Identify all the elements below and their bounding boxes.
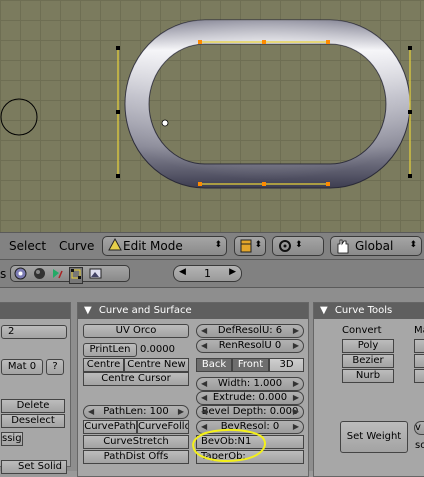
path-len-field[interactable]: ◀ PathLen: 100 ▶ — [83, 405, 189, 419]
orientation-label: Global — [355, 239, 394, 253]
partial-label: so — [415, 440, 424, 451]
def-resol-u-label: DefResolU: 6 — [217, 325, 283, 336]
bevel-depth-label: Bevel Depth: 0.000 — [201, 406, 299, 417]
decrement-arrow-icon[interactable]: ◀ — [88, 406, 94, 418]
updown-arrow-icon: ⬍ — [409, 240, 417, 250]
increment-arrow-icon[interactable]: ▶ — [293, 340, 299, 352]
increment-arrow-icon[interactable]: ▶ — [178, 406, 184, 418]
material-help-button[interactable]: ? — [46, 359, 64, 375]
path-dist-offs-toggle[interactable]: PathDist Offs — [83, 450, 189, 464]
ren-resol-u-label: RenResolU 0 — [218, 340, 282, 351]
solid-draw-icon — [239, 238, 253, 259]
decrement-arrow-icon[interactable]: ◀ — [201, 325, 207, 337]
panels-label: s — [0, 267, 7, 281]
extrude-field[interactable]: ◀ Extrude: 0.000 ▶ — [196, 391, 304, 405]
convert-label: Convert — [342, 325, 382, 336]
back-toggle[interactable]: Back — [196, 358, 232, 372]
hand-icon — [335, 238, 349, 259]
draw-type-selector[interactable]: ⬍ — [234, 236, 266, 256]
increment-arrow-icon[interactable]: ▶ — [293, 392, 299, 404]
material-index-field[interactable]: Mat 0 — [1, 359, 43, 375]
deselect-button[interactable]: Deselect — [1, 414, 65, 428]
partial-button[interactable] — [414, 339, 424, 353]
set-weight-button[interactable]: Set Weight — [340, 421, 408, 453]
logic-context-icon[interactable] — [14, 267, 27, 283]
link-materials-panel: 2 Mat 0 ? Delete Deselect ssign Set Soli… — [0, 302, 71, 474]
object-origin — [161, 119, 169, 127]
ren-resol-u-field[interactable]: ◀ RenResolU 0 ▶ — [196, 339, 304, 353]
object-name-field[interactable]: 2 — [1, 325, 67, 339]
panel-title-bar — [0, 303, 70, 319]
viewport-canvas — [0, 19, 412, 189]
centre-cursor-button[interactable]: Centre Cursor — [83, 372, 189, 386]
width-field[interactable]: ◀ Width: 1.000 ▶ — [196, 377, 304, 391]
bevel-object-circle[interactable] — [0, 98, 38, 136]
decrement-arrow-icon[interactable]: ◀ — [201, 392, 207, 404]
curve-and-surface-panel: ▼ Curve and Surface UV Orco PrintLen 0.0… — [77, 302, 309, 477]
updown-arrow-icon: ⬍ — [214, 240, 222, 250]
panel-title-bar: ▼ Curve and Surface — [78, 303, 308, 319]
pivot-icon — [277, 238, 293, 259]
pivot-selector[interactable]: ⬍ — [272, 236, 324, 256]
context-button-group — [10, 265, 130, 284]
front-toggle[interactable]: Front — [232, 358, 269, 372]
width-label: Width: 1.000 — [217, 378, 283, 389]
decrement-arrow-icon[interactable]: ◀ — [201, 378, 207, 390]
def-resol-u-field[interactable]: ◀ DefResolU: 6 ▶ — [196, 324, 304, 338]
updown-arrow-icon: ⬍ — [295, 240, 303, 250]
collapse-triangle-icon[interactable]: ▼ — [84, 305, 92, 316]
weight-field[interactable]: v — [414, 421, 424, 435]
centre-button[interactable]: Centre — [83, 358, 124, 372]
bezier-button[interactable]: Bezier — [342, 354, 394, 368]
centre-new-button[interactable]: Centre New — [124, 358, 189, 372]
path-len-label: PathLen: 100 — [103, 406, 169, 417]
uv-orco-toggle[interactable]: UV Orco — [83, 324, 189, 338]
buttons-panels-area: 2 Mat 0 ? Delete Deselect ssign Set Soli… — [0, 288, 424, 477]
increment-arrow-icon[interactable]: ▶ — [293, 406, 299, 418]
print-len-button[interactable]: PrintLen — [83, 343, 137, 357]
3d-viewport[interactable] — [0, 0, 424, 232]
set-solid-button[interactable]: Set Solid — [1, 460, 67, 474]
delete-button[interactable]: Delete — [1, 399, 65, 413]
decrement-arrow-icon[interactable]: ◀ — [201, 340, 207, 352]
curve-menu[interactable]: Curve — [59, 239, 94, 253]
curve-stretch-toggle[interactable]: CurveStretch — [83, 435, 189, 449]
transform-orientation-selector[interactable]: Global ⬍ — [330, 236, 422, 256]
assign-button[interactable]: ssign — [1, 432, 23, 446]
updown-arrow-icon: ⬍ — [254, 240, 262, 250]
object-context-icon[interactable] — [51, 267, 64, 283]
increment-arrow-icon[interactable]: ▶ — [293, 378, 299, 390]
panel-title: Curve Tools — [334, 305, 393, 316]
increment-arrow-icon[interactable]: ▶ — [293, 421, 299, 433]
extrude-label: Extrude: 0.000 — [212, 392, 288, 403]
scene-context-icon[interactable] — [89, 267, 102, 283]
poly-button[interactable]: Poly — [342, 339, 394, 353]
frame-number-field[interactable]: ◀ 1 ▶ — [173, 265, 242, 282]
3d-view-header: Select Curve Edit Mode ⬍ ⬍ ⬍ Global ⬍ — [0, 232, 424, 260]
partial-label: Ma — [414, 325, 424, 336]
select-menu[interactable]: Select — [9, 239, 46, 253]
curve-tools-panel: ▼ Curve Tools Convert Ma Poly Bezier Nur… — [313, 302, 424, 477]
3d-toggle[interactable]: 3D — [269, 358, 304, 372]
partial-button[interactable] — [414, 354, 424, 368]
increment-arrow-icon[interactable]: ▶ — [293, 325, 299, 337]
collapse-triangle-icon[interactable]: ▼ — [320, 305, 328, 316]
nurb-button[interactable]: Nurb — [342, 369, 394, 383]
partial-button[interactable] — [414, 369, 424, 383]
increment-arrow-icon[interactable]: ▶ — [229, 267, 236, 277]
panel-title: Curve and Surface — [98, 305, 192, 316]
panel-title-bar: ▼ Curve Tools — [314, 303, 424, 319]
editing-context-icon[interactable] — [69, 267, 83, 284]
highlight-annotation — [192, 428, 267, 462]
buttons-window-header: s ◀ 1 ▶ — [0, 260, 424, 288]
mode-label: Edit Mode — [123, 239, 183, 253]
curve-follow-toggle[interactable]: CurveFollo — [137, 420, 189, 434]
shading-context-icon[interactable] — [33, 267, 46, 283]
curve-path-toggle[interactable]: CurvePath — [83, 420, 137, 434]
mode-selector[interactable]: Edit Mode ⬍ — [102, 236, 227, 256]
print-len-value: 0.0000 — [140, 344, 175, 355]
decrement-arrow-icon[interactable]: ◀ — [201, 406, 207, 418]
bevel-depth-field[interactable]: ◀ Bevel Depth: 0.000 ▶ — [196, 405, 304, 419]
edit-mode-icon — [108, 237, 122, 258]
